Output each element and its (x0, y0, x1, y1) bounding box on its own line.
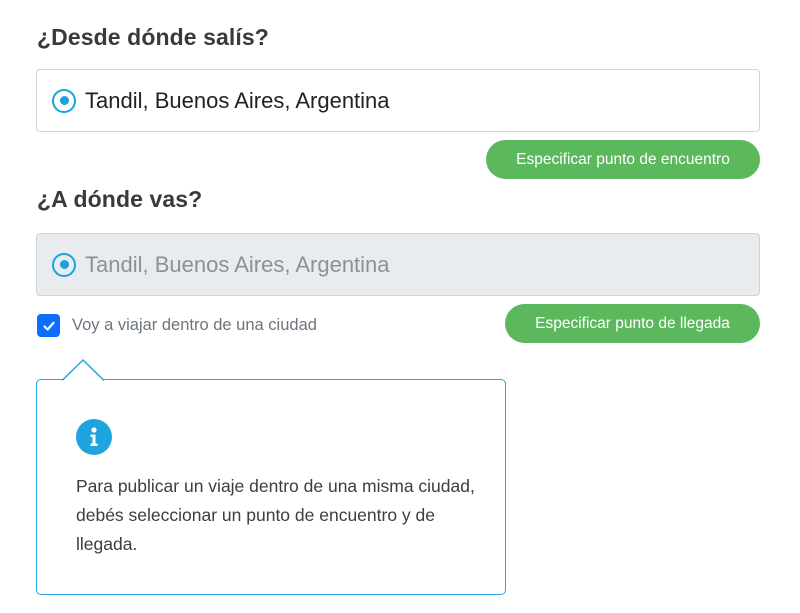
within-city-checkbox[interactable] (37, 314, 60, 337)
destination-heading: ¿A dónde vas? (37, 186, 203, 212)
destination-value: Tandil, Buenos Aires, Argentina (85, 251, 390, 277)
trip-form: ¿Desde dónde salís? Tandil, Buenos Aires… (0, 0, 800, 613)
origin-value: Tandil, Buenos Aires, Argentina (85, 87, 390, 113)
location-pin-icon (52, 252, 76, 277)
within-city-label[interactable]: Voy a viajar dentro de una ciudad (72, 316, 317, 335)
location-pin-icon (52, 88, 76, 113)
info-callout: Para publicar un viaje dentro de una mis… (36, 359, 506, 595)
callout-pointer (62, 359, 104, 381)
specify-meeting-point-button[interactable]: Especificar punto de encuentro (486, 140, 760, 179)
origin-heading: ¿Desde dónde salís? (37, 24, 269, 50)
within-city-option: Voy a viajar dentro de una ciudad (37, 314, 317, 337)
info-message: Para publicar un viaje dentro de una mis… (76, 476, 475, 554)
checkmark-icon (42, 321, 55, 331)
destination-input[interactable]: Tandil, Buenos Aires, Argentina (36, 233, 760, 296)
specify-arrival-point-button[interactable]: Especificar punto de llegada (505, 304, 760, 343)
origin-input[interactable]: Tandil, Buenos Aires, Argentina (36, 69, 760, 132)
info-icon (76, 419, 112, 455)
